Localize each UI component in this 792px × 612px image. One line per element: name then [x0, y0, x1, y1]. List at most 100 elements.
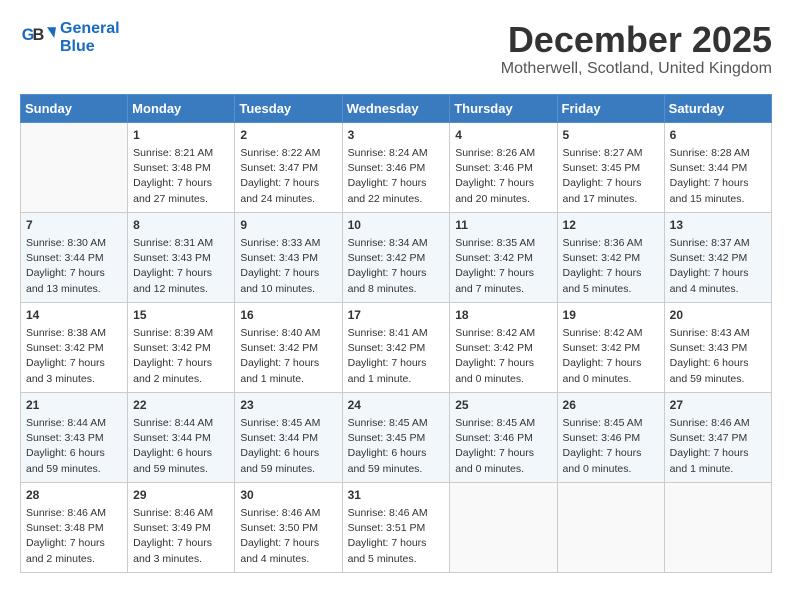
daylight-label: Daylight: 7 hours and 4 minutes. [240, 537, 319, 564]
sunset-label: Sunset: 3:45 PM [348, 432, 426, 444]
daylight-label: Daylight: 7 hours and 15 minutes. [670, 177, 749, 204]
calendar-cell: 3Sunrise: 8:24 AMSunset: 3:46 PMDaylight… [342, 122, 450, 212]
sunrise-label: Sunrise: 8:42 AM [455, 327, 535, 339]
calendar-week-row: 14Sunrise: 8:38 AMSunset: 3:42 PMDayligh… [21, 302, 772, 392]
sunrise-label: Sunrise: 8:33 AM [240, 237, 320, 249]
calendar-cell: 2Sunrise: 8:22 AMSunset: 3:47 PMDaylight… [235, 122, 342, 212]
calendar-table: SundayMondayTuesdayWednesdayThursdayFrid… [20, 94, 772, 573]
daylight-label: Daylight: 7 hours and 0 minutes. [563, 357, 642, 384]
sunset-label: Sunset: 3:47 PM [240, 162, 318, 174]
daylight-label: Daylight: 7 hours and 0 minutes. [455, 447, 534, 474]
sunset-label: Sunset: 3:42 PM [563, 342, 641, 354]
calendar-cell: 11Sunrise: 8:35 AMSunset: 3:42 PMDayligh… [450, 212, 557, 302]
daylight-label: Daylight: 7 hours and 8 minutes. [348, 267, 427, 294]
sunrise-label: Sunrise: 8:46 AM [26, 507, 106, 519]
weekday-header: Saturday [664, 94, 771, 122]
daylight-label: Daylight: 7 hours and 0 minutes. [455, 357, 534, 384]
calendar-week-row: 1 Sunrise: 8:21 AM Sunset: 3:48 PM Daylight… [21, 122, 772, 212]
sunrise-label: Sunrise: 8:24 AM [348, 147, 428, 159]
sunrise-label: Sunrise: 8:30 AM [26, 237, 106, 249]
sunset-label: Sunset: 3:44 PM [240, 432, 318, 444]
day-number: 22 [133, 397, 229, 414]
location: Motherwell, Scotland, United Kingdom [501, 60, 772, 78]
daylight-label: Daylight: 6 hours and 59 minutes. [133, 447, 212, 474]
daylight-label: Daylight: 7 hours and 24 minutes. [240, 177, 319, 204]
daylight-label: Daylight: 7 hours and 3 minutes. [133, 537, 212, 564]
day-number: 6 [670, 127, 766, 144]
calendar-header-row: SundayMondayTuesdayWednesdayThursdayFrid… [21, 94, 772, 122]
sunset-label: Sunset: 3:42 PM [670, 252, 748, 264]
daylight-label: Daylight: 6 hours and 59 minutes. [240, 447, 319, 474]
calendar-cell: 19Sunrise: 8:42 AMSunset: 3:42 PMDayligh… [557, 302, 664, 392]
sunrise-label: Sunrise: 8:41 AM [348, 327, 428, 339]
calendar-week-row: 28Sunrise: 8:46 AMSunset: 3:48 PMDayligh… [21, 482, 772, 572]
daylight-label: Daylight: 7 hours and 5 minutes. [348, 537, 427, 564]
daylight-label: Daylight: 7 hours and 1 minute. [348, 357, 427, 384]
daylight-label: Daylight: 7 hours and 22 minutes. [348, 177, 427, 204]
sunset-label: Sunset: 3:50 PM [240, 522, 318, 534]
calendar-week-row: 21Sunrise: 8:44 AMSunset: 3:43 PMDayligh… [21, 392, 772, 482]
day-number: 12 [563, 217, 659, 234]
calendar-cell: 7Sunrise: 8:30 AMSunset: 3:44 PMDaylight… [21, 212, 128, 302]
day-number: 1 [133, 127, 229, 144]
calendar-cell [664, 482, 771, 572]
sunrise-label: Sunrise: 8:46 AM [348, 507, 428, 519]
calendar-week-row: 7Sunrise: 8:30 AMSunset: 3:44 PMDaylight… [21, 212, 772, 302]
sunset-label: Sunset: 3:47 PM [670, 432, 748, 444]
day-number: 3 [348, 127, 445, 144]
daylight-label: Daylight: 7 hours and 3 minutes. [26, 357, 105, 384]
sunset-label: Sunset: 3:48 PM [26, 522, 104, 534]
sunrise-label: Sunrise: 8:42 AM [563, 327, 643, 339]
sunrise-label: Sunrise: 8:46 AM [240, 507, 320, 519]
daylight-label: Daylight: 6 hours and 59 minutes. [670, 357, 749, 384]
weekday-header: Monday [128, 94, 235, 122]
sunset-label: Sunset: 3:46 PM [455, 432, 533, 444]
sunrise-label: Sunrise: 8:28 AM [670, 147, 750, 159]
sunrise-label: Sunrise: 8:38 AM [26, 327, 106, 339]
day-number: 24 [348, 397, 445, 414]
calendar-cell: 4Sunrise: 8:26 AMSunset: 3:46 PMDaylight… [450, 122, 557, 212]
calendar-cell: 8Sunrise: 8:31 AMSunset: 3:43 PMDaylight… [128, 212, 235, 302]
day-number: 16 [240, 307, 336, 324]
sunrise-label: Sunrise: 8:36 AM [563, 237, 643, 249]
daylight-label: Daylight: 7 hours and 5 minutes. [563, 267, 642, 294]
day-number: 25 [455, 397, 551, 414]
logo-icon: G B [20, 20, 56, 56]
calendar-cell: 15Sunrise: 8:39 AMSunset: 3:42 PMDayligh… [128, 302, 235, 392]
sunrise-label: Sunrise: 8:45 AM [348, 417, 428, 429]
calendar-cell: 10Sunrise: 8:34 AMSunset: 3:42 PMDayligh… [342, 212, 450, 302]
sunrise-label: Sunrise: 8:40 AM [240, 327, 320, 339]
daylight-label: Daylight: 7 hours and 10 minutes. [240, 267, 319, 294]
calendar-cell: 30Sunrise: 8:46 AMSunset: 3:50 PMDayligh… [235, 482, 342, 572]
daylight-label: Daylight: 7 hours and 7 minutes. [455, 267, 534, 294]
daylight-label: Daylight: 6 hours and 59 minutes. [348, 447, 427, 474]
day-number: 15 [133, 307, 229, 324]
weekday-header: Sunday [21, 94, 128, 122]
sunrise-label: Sunrise: 8:21 AM [133, 147, 213, 159]
calendar-cell: 26Sunrise: 8:45 AMSunset: 3:46 PMDayligh… [557, 392, 664, 482]
weekday-header: Wednesday [342, 94, 450, 122]
daylight-label: Daylight: 7 hours and 4 minutes. [670, 267, 749, 294]
sunset-label: Sunset: 3:51 PM [348, 522, 426, 534]
sunset-label: Sunset: 3:48 PM [133, 162, 211, 174]
day-number: 9 [240, 217, 336, 234]
sunrise-label: Sunrise: 8:26 AM [455, 147, 535, 159]
sunset-label: Sunset: 3:49 PM [133, 522, 211, 534]
sunset-label: Sunset: 3:45 PM [563, 162, 641, 174]
sunset-label: Sunset: 3:42 PM [133, 342, 211, 354]
sunrise-label: Sunrise: 8:37 AM [670, 237, 750, 249]
daylight-label: Daylight: 7 hours and 2 minutes. [26, 537, 105, 564]
day-number: 2 [240, 127, 336, 144]
daylight-label: Daylight: 7 hours and 1 minute. [670, 447, 749, 474]
calendar-cell [21, 122, 128, 212]
calendar-cell: 14Sunrise: 8:38 AMSunset: 3:42 PMDayligh… [21, 302, 128, 392]
calendar-cell: 21Sunrise: 8:44 AMSunset: 3:43 PMDayligh… [21, 392, 128, 482]
calendar-cell [557, 482, 664, 572]
daylight-label: Daylight: 7 hours and 20 minutes. [455, 177, 534, 204]
logo: G B General Blue [20, 20, 120, 56]
calendar-cell: 9Sunrise: 8:33 AMSunset: 3:43 PMDaylight… [235, 212, 342, 302]
calendar-cell: 5Sunrise: 8:27 AMSunset: 3:45 PMDaylight… [557, 122, 664, 212]
day-number: 18 [455, 307, 551, 324]
daylight-label: Daylight: 7 hours and 13 minutes. [26, 267, 105, 294]
weekday-header: Friday [557, 94, 664, 122]
